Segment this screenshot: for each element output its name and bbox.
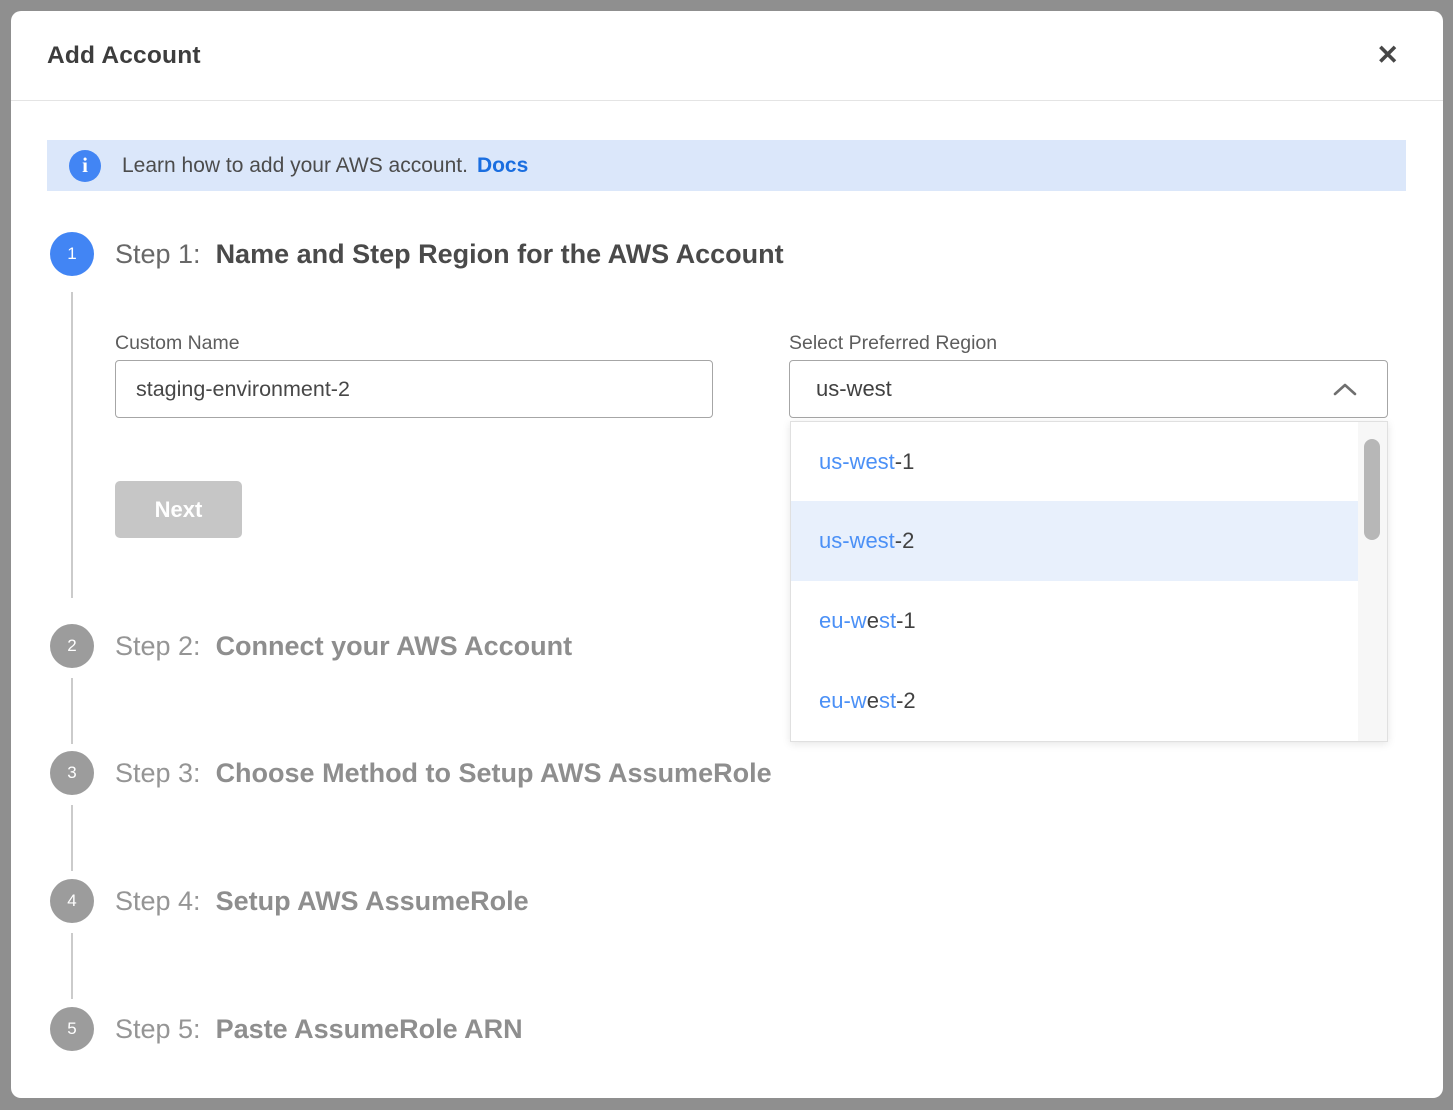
option-match-segment: eu-w	[819, 688, 867, 714]
option-match-segment: eu-w	[819, 608, 867, 634]
banner-text: Learn how to add your AWS account.	[122, 154, 468, 178]
dropdown-scrollbar-track[interactable]	[1358, 422, 1387, 741]
step-3-title: Choose Method to Setup AWS AssumeRole	[216, 758, 772, 789]
custom-name-label: Custom Name	[115, 332, 240, 355]
step-4-label: Step 4:	[115, 886, 201, 917]
region-select[interactable]: us-west	[789, 360, 1388, 418]
step-1-header: 1 Step 1: Name and Step Region for the A…	[50, 232, 784, 276]
option-match-segment: st	[879, 608, 896, 634]
option-text-segment: -2	[895, 528, 915, 554]
step-4-connector	[71, 933, 73, 999]
dropdown-scrollbar-thumb[interactable]	[1364, 439, 1380, 540]
option-match-segment: us-west	[819, 449, 895, 475]
add-account-modal: Add Account ✕ i Learn how to add your AW…	[11, 11, 1443, 1098]
chevron-up-icon	[1333, 383, 1357, 396]
step-4-indicator: 4	[50, 879, 94, 923]
step-1-connector	[71, 292, 73, 598]
option-text-segment: -2	[896, 688, 916, 714]
info-banner: i Learn how to add your AWS account. Doc…	[47, 140, 1406, 191]
region-dropdown: us-west-1 us-west-2 eu-west-1 eu-west-2	[790, 421, 1388, 742]
step-3-header: 3 Step 3: Choose Method to Setup AWS Ass…	[50, 751, 772, 795]
step-3-indicator: 3	[50, 751, 94, 795]
step-1-label: Step 1:	[115, 239, 201, 270]
step-5-indicator: 5	[50, 1007, 94, 1051]
info-icon: i	[69, 150, 101, 182]
step-2-connector	[71, 678, 73, 744]
region-option-us-west-1[interactable]: us-west-1	[791, 422, 1387, 501]
step-2-indicator: 2	[50, 624, 94, 668]
region-option-eu-west-1[interactable]: eu-west-1	[791, 581, 1387, 661]
custom-name-input[interactable]	[115, 360, 713, 418]
step-5-label: Step 5:	[115, 1014, 201, 1045]
option-match-segment: us-west	[819, 528, 895, 554]
option-text-segment: e	[867, 688, 879, 714]
option-text-segment: -1	[896, 608, 916, 634]
step-1-title: Name and Step Region for the AWS Account	[216, 239, 784, 270]
step-3-label: Step 3:	[115, 758, 201, 789]
option-text-segment: -1	[895, 449, 915, 475]
step-2-title: Connect your AWS Account	[216, 631, 573, 662]
region-label: Select Preferred Region	[789, 332, 997, 355]
close-icon[interactable]: ✕	[1372, 38, 1403, 73]
step-5-title: Paste AssumeRole ARN	[216, 1014, 523, 1045]
docs-link[interactable]: Docs	[477, 154, 528, 178]
step-3-connector	[71, 805, 73, 871]
region-option-us-west-2[interactable]: us-west-2	[791, 501, 1387, 581]
modal-header: Add Account ✕	[47, 11, 1403, 100]
modal-title: Add Account	[47, 42, 201, 70]
step-4-title: Setup AWS AssumeRole	[216, 886, 529, 917]
step-2-header: 2 Step 2: Connect your AWS Account	[50, 624, 572, 668]
header-divider	[11, 100, 1443, 101]
region-select-value: us-west	[816, 376, 892, 402]
step-4-header: 4 Step 4: Setup AWS AssumeRole	[50, 879, 529, 923]
option-match-segment: st	[879, 688, 896, 714]
region-option-eu-west-2[interactable]: eu-west-2	[791, 661, 1387, 741]
step-5-header: 5 Step 5: Paste AssumeRole ARN	[50, 1007, 523, 1051]
next-button[interactable]: Next	[115, 481, 242, 538]
option-text-segment: e	[867, 608, 879, 634]
step-1-indicator: 1	[50, 232, 94, 276]
step-2-label: Step 2:	[115, 631, 201, 662]
